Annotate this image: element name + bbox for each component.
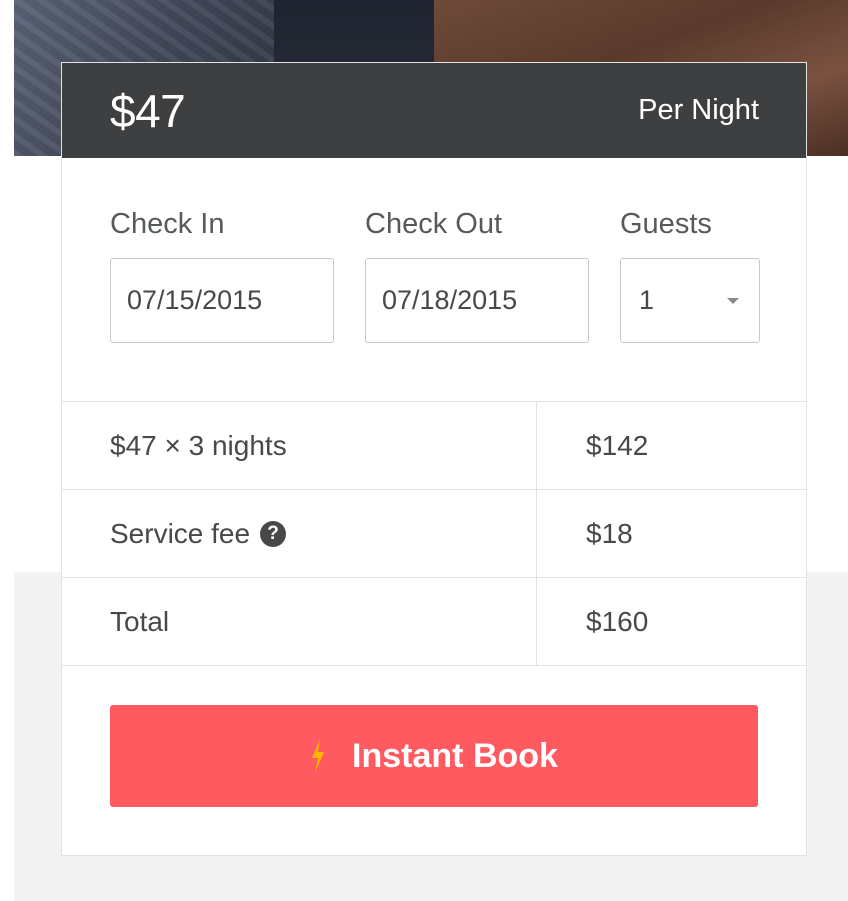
check-in-input[interactable]: 07/15/2015 xyxy=(110,258,334,343)
guests-value: 1 xyxy=(639,285,655,315)
instant-book-label: Instant Book xyxy=(352,736,558,775)
service-fee-text: Service fee xyxy=(110,517,251,549)
chevron-down-icon xyxy=(727,297,739,304)
service-fee-amount: $18 xyxy=(537,490,806,577)
booking-form: Check In 07/15/2015 Check Out 07/18/2015… xyxy=(62,158,806,402)
question-circle-icon[interactable]: ? xyxy=(260,520,287,547)
total-label: Total xyxy=(62,578,537,665)
price-breakdown-row: $47 × 3 nights $142 xyxy=(62,402,806,490)
price-breakdown-row: Total $160 xyxy=(62,578,806,666)
price-breakdown-row: Service fee ? $18 xyxy=(62,490,806,578)
total-amount: $160 xyxy=(537,578,806,665)
total-value: $160 xyxy=(586,605,649,637)
service-fee-value: $18 xyxy=(586,517,633,549)
nights-cost-text: $47 × 3 nights xyxy=(110,429,287,461)
check-out-input[interactable]: 07/18/2015 xyxy=(365,258,589,343)
nightly-price: $47 xyxy=(110,84,186,137)
booking-card: $47 Per Night Check In 07/15/2015 Check … xyxy=(61,62,807,856)
price-header: $47 Per Night xyxy=(62,63,806,158)
nights-cost-value: $142 xyxy=(586,429,649,461)
nights-cost-label: $47 × 3 nights xyxy=(62,402,537,489)
check-in-field: Check In 07/15/2015 xyxy=(110,206,334,401)
lightning-bolt-icon xyxy=(310,739,326,773)
instant-book-button[interactable]: Instant Book xyxy=(110,705,758,807)
book-section: Instant Book xyxy=(62,666,806,807)
nights-cost-amount: $142 xyxy=(537,402,806,489)
guests-select[interactable]: 1 xyxy=(620,258,760,343)
per-night-label: Per Night xyxy=(638,94,759,126)
service-fee-label: Service fee ? xyxy=(62,490,537,577)
check-in-label: Check In xyxy=(110,208,225,240)
check-out-field: Check Out 07/18/2015 xyxy=(365,206,589,401)
check-out-label: Check Out xyxy=(365,208,502,240)
total-text: Total xyxy=(110,605,170,637)
guests-label: Guests xyxy=(620,208,712,240)
check-out-value: 07/18/2015 xyxy=(382,285,518,315)
guests-field: Guests 1 xyxy=(620,206,760,401)
check-in-value: 07/15/2015 xyxy=(127,285,263,315)
